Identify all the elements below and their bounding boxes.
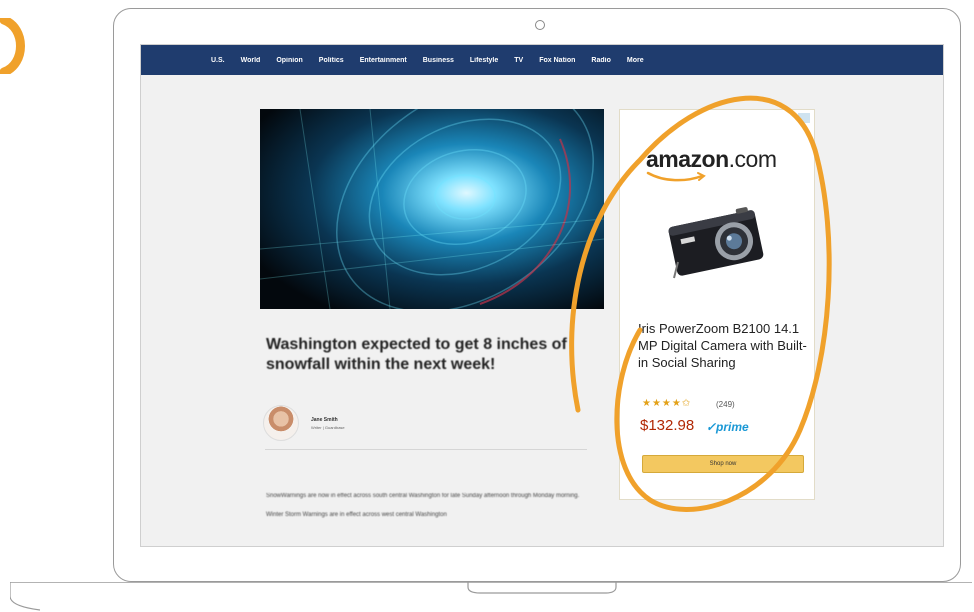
article-divider <box>265 449 587 450</box>
article-body: SnowWarnings are now in effect across so… <box>266 493 580 518</box>
camera-product-image[interactable] <box>664 202 768 284</box>
article-headline[interactable]: Washington expected to get 8 inches of s… <box>266 335 576 375</box>
amazon-logo: amazon.com <box>646 146 777 172</box>
nav-item-opinion[interactable]: Opinion <box>276 57 302 64</box>
webcam-icon <box>535 20 545 30</box>
nav-item-radio[interactable]: Radio <box>591 57 610 64</box>
author-avatar <box>263 405 299 441</box>
orange-bracket-mark <box>0 18 25 74</box>
top-nav-bar: U.S. World Opinion Politics Entertainmen… <box>141 45 943 75</box>
ad-product-title[interactable]: Iris PowerZoom B2100 14.1 MP Digital Cam… <box>638 320 808 371</box>
amazon-smile-icon <box>646 171 706 182</box>
prime-badge-icon: ✓prime <box>706 420 749 434</box>
author-name[interactable]: Jane Smith <box>311 417 345 423</box>
browser-screen: U.S. World Opinion Politics Entertainmen… <box>140 44 944 547</box>
nav-item-politics[interactable]: Politics <box>319 57 344 64</box>
shop-now-button[interactable]: Shop now <box>642 455 804 473</box>
author-block: Jane Smith Writer | Guardbase <box>263 405 345 441</box>
nav-item-more[interactable]: More <box>627 57 644 64</box>
review-count[interactable]: (249) <box>716 400 735 409</box>
laptop-base <box>10 582 972 611</box>
nav-item-fox-nation[interactable]: Fox Nation <box>539 57 575 64</box>
nav-item-tv[interactable]: TV <box>514 57 523 64</box>
article-hero-image[interactable] <box>260 109 604 309</box>
nav-item-business[interactable]: Business <box>423 57 454 64</box>
rating-stars-icon: ★★★★✩ <box>642 398 692 409</box>
nav-item-entertainment[interactable]: Entertainment <box>360 57 407 64</box>
nav-item-lifestyle[interactable]: Lifestyle <box>470 57 498 64</box>
adchoices-icon[interactable] <box>798 113 810 123</box>
ad-price: $132.98 <box>640 417 695 434</box>
nav-item-world[interactable]: World <box>241 57 261 64</box>
author-role: Writer | Guardbase <box>311 424 345 430</box>
amazon-ad[interactable]: amazon.com Iris PowerZoom B2100 14.1 MP … <box>619 109 815 500</box>
nav-item-us[interactable]: U.S. <box>211 57 225 64</box>
